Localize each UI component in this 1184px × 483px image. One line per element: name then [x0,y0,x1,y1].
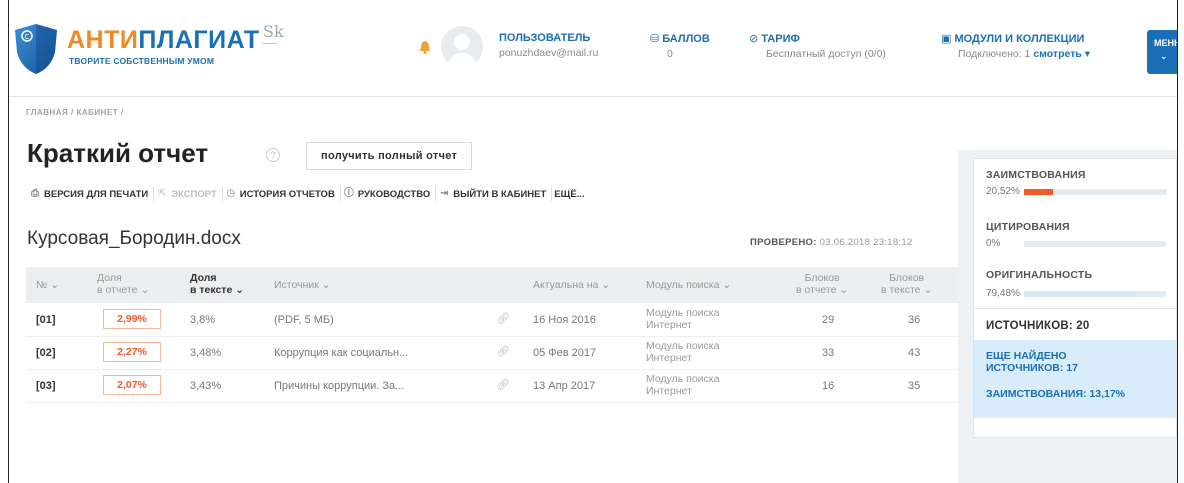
question-icon: ⓘ [343,188,354,199]
chevron-down-icon: ⌄ [321,279,331,291]
points-value: 0 [667,48,673,60]
citation-bar [1024,241,1166,247]
chevron-down-icon: ⌄ [923,284,933,296]
borrowing-bar-fill [1024,189,1054,195]
sources-count: ИСТОЧНИКОВ: 20 [986,320,1090,332]
export-icon: ⇱ [158,188,167,199]
export-button[interactable]: ⇱ ЭКСПОРТ [154,187,223,201]
help-icon[interactable]: ? [266,148,280,162]
borrowing-label: ЗАИМСТВОВАНИЯ [986,169,1086,181]
col-blocks-report[interactable]: Блоков в отчете ⌄ [796,272,848,296]
col-source[interactable]: Источник ⌄ [274,279,331,291]
search-module: Модуль поиска Интернет [646,373,720,397]
report-history-button[interactable]: ◷ ИСТОРИЯ ОТЧЕТОВ [223,187,341,201]
col-actual[interactable]: Актуальна на ⌄ [533,279,610,291]
share-report-badge: 2,07% [103,375,161,395]
page-title: Краткий отчет [27,138,209,168]
link-icon[interactable]: 🔗︎ [496,312,510,325]
col-share-text[interactable]: Доля в тексте ⌄ [190,272,244,296]
chevron-down-icon: ⌄ [50,279,59,291]
source-link[interactable]: Причины коррупции. За... [274,380,404,392]
menu-label: МЕНЮ [1154,38,1177,48]
breadcrumb[interactable]: ГЛАВНАЯ / КАБИНЕТ / [26,108,124,117]
user-label: ПОЛЬЗОВАТЕЛЬ [499,32,591,44]
modules-label: МОДУЛИ И КОЛЛЕКЦИИ [954,33,1085,45]
modules-connected: Подключено: 1 [958,48,1031,60]
citation-label: ЦИТИРОВАНИЯ [986,221,1070,233]
guide-button[interactable]: ⓘ РУКОВОДСТВО [341,187,437,201]
found-more-sources: ЕЩЕ НАЙДЕНО ИСТОЧНИКОВ: 17 [986,350,1078,374]
tag-icon: ⊘ [749,33,762,45]
user-silhouette-icon [447,34,477,68]
points-block[interactable]: ⛁ БАЛЛОВ 0 [650,32,710,60]
exit-cabinet-button[interactable]: ⇥ ВЫЙТИ В КАБИНЕТ [436,187,553,201]
collection-icon: ▣ [941,33,955,45]
chevron-down-icon: ⌄ [140,284,150,296]
found-more-block[interactable]: ЕЩЕ НАЙДЕНО ИСТОЧНИКОВ: 17 ЗАИМСТВОВАНИЯ… [974,340,1176,418]
coins-icon: ⛁ [650,33,663,45]
link-icon[interactable]: 🔗︎ [496,378,510,391]
tariff-label: ТАРИФ [761,33,800,45]
tariff-value: Бесплатный доступ (0/0) [766,48,886,60]
user-block[interactable]: ПОЛЬЗОВАТЕЛЬ ponuzhdaev@mail.ru [499,32,598,59]
top-header: C АНТИПЛАГИАТ ТВОРИТЕ СОБСТВЕННЫМ УМОМ S… [9,14,1177,86]
chevron-down-icon: ⌄ [722,279,732,291]
exit-icon: ⇥ [440,188,449,199]
menu-button[interactable]: МЕНЮ ⌄ [1147,30,1177,74]
modules-block[interactable]: ▣ МОДУЛИ И КОЛЛЕКЦИИ Подключено: 1 смотр… [941,32,1090,60]
print-version-button[interactable]: ⎙ ВЕРСИЯ ДЛЯ ПЕЧАТИ [27,187,155,201]
skolkovo-logo: Sk [263,22,284,41]
skolkovo-logo-sub: ━━━━━ [262,41,278,47]
tariff-block[interactable]: ⊘ ТАРИФ Бесплатный доступ (0/0) [749,32,886,60]
shield-logo-icon: C [15,24,57,74]
logo-subtitle: ТВОРИТЕ СОБСТВЕННЫМ УМОМ [69,56,215,66]
user-email: ponuzhdaev@mail.ru [499,47,599,59]
col-blocks-text[interactable]: Блоков в тексте ⌄ [881,272,932,296]
summary-card: ЗАИМСТВОВАНИЯ 20,52% ЦИТИРОВАНИЯ 0% ОРИГ… [973,158,1177,438]
modules-view-link[interactable]: смотреть ▾ [1033,48,1090,60]
source-link[interactable]: Коррупция как социальн... [274,347,408,359]
logo-title[interactable]: АНТИПЛАГИАТ [67,26,260,55]
share-report-badge: 2,99% [103,309,161,329]
chevron-down-icon: ⌄ [601,279,611,291]
col-share-report[interactable]: Доля в отчете ⌄ [97,272,149,296]
more-button[interactable]: ЕЩЁ... [552,187,589,201]
document-name: Курсовая_Бородин.docx [27,228,241,249]
col-module[interactable]: Модуль поиска ⌄ [646,279,731,291]
report-toolbar: ⎙ ВЕРСИЯ ДЛЯ ПЕЧАТИ ⇱ ЭКСПОРТ ◷ ИСТОРИЯ ОТЧ… [27,186,590,202]
avatar[interactable] [441,26,483,68]
borrowing-bar [1024,189,1166,195]
full-report-button[interactable]: получить полный отчет [306,142,473,170]
chevron-down-icon: ▾ [1081,48,1090,60]
borrowing-value: 20,52% [986,186,1020,197]
svg-text:C: C [25,33,30,41]
citation-value: 0% [986,238,1001,249]
header-divider [9,96,1177,97]
table-row[interactable]: [01] 2,99% 3,8% (PDF, 5 МБ) 🔗︎ 16 Ноя 20… [26,304,960,337]
found-more-borrowing: ЗАИМСТВОВАНИЯ: 13,17% [986,388,1126,400]
table-header: № ⌄ Доля в отчете ⌄ Доля в тексте ⌄ Источн… [26,267,960,303]
chevron-down-icon: ⌄ [235,284,245,296]
checked-date: ПРОВЕРЕНО: 03.06.2018 23:18:12 [750,237,913,248]
originality-bar [1024,291,1166,297]
search-module: Модуль поиска Интернет [646,340,720,364]
history-icon: ◷ [226,188,236,199]
chevron-down-icon: ⌄ [839,284,849,296]
link-icon[interactable]: 🔗︎ [496,345,510,358]
chevron-down-icon: ⌄ [1160,51,1168,61]
table-row[interactable]: [03] 2,07% 3,43% Причины коррупции. За..… [26,370,960,403]
share-report-badge: 2,27% [103,342,161,362]
bell-icon[interactable] [419,40,431,54]
source-link[interactable]: (PDF, 5 МБ) [274,314,334,326]
originality-value: 79,48% [986,288,1020,299]
points-label: БАЛЛОВ [662,33,710,45]
originality-bar-fill [1024,291,1137,297]
printer-icon: ⎙ [31,188,39,199]
table-row[interactable]: [02] 2,27% 3,48% Коррупция как социальн.… [26,337,960,370]
col-num[interactable]: № ⌄ [36,279,59,291]
originality-label: ОРИГИНАЛЬНОСТЬ [986,269,1093,281]
search-module: Модуль поиска Интернет [646,307,720,331]
